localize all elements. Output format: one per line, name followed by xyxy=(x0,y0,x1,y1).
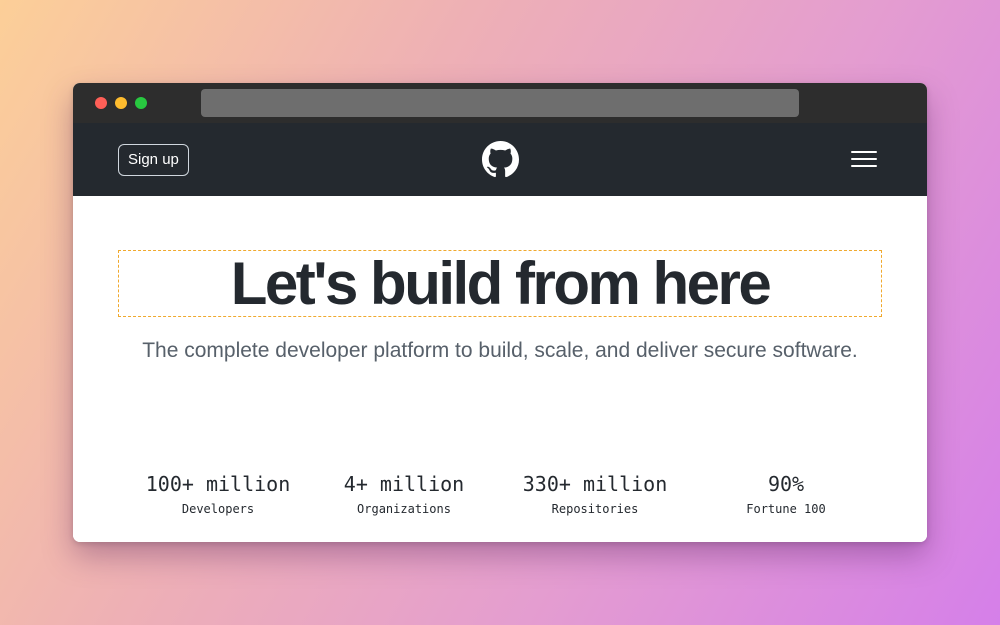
sign-up-button[interactable]: Sign up xyxy=(118,144,189,176)
stat-value: 330+ million xyxy=(522,472,668,496)
minimize-window-button[interactable] xyxy=(115,97,127,109)
headline-highlight: Let's build from here xyxy=(118,250,882,317)
stats-row: 100+ million Developers 4+ million Organ… xyxy=(118,470,882,530)
menu-line xyxy=(851,165,877,167)
hero-subtitle: The complete developer platform to build… xyxy=(142,339,858,362)
stat-label: Fortune 100 xyxy=(746,502,826,516)
stat-repositories: 330+ million Repositories xyxy=(495,470,695,519)
close-window-button[interactable] xyxy=(95,97,107,109)
address-bar[interactable] xyxy=(201,89,799,117)
stat-value: 90% xyxy=(767,472,805,496)
browser-window: Sign up Let's build from here The comple… xyxy=(73,83,927,542)
stat-value: 4+ million xyxy=(343,472,465,496)
stat-label: Developers xyxy=(181,502,255,516)
hamburger-menu-icon[interactable] xyxy=(851,150,879,170)
menu-line xyxy=(851,158,877,160)
stat-developers: 100+ million Developers xyxy=(118,470,318,519)
stat-value: 100+ million xyxy=(145,472,291,496)
stat-organizations: 4+ million Organizations xyxy=(304,470,504,519)
site-header: Sign up xyxy=(73,123,927,196)
stat-label: Repositories xyxy=(551,502,639,516)
stat-label: Organizations xyxy=(357,502,451,516)
maximize-window-button[interactable] xyxy=(135,97,147,109)
menu-line xyxy=(851,151,877,153)
browser-titlebar xyxy=(73,83,927,123)
hero-section: Let's build from here The complete devel… xyxy=(73,196,927,542)
hero-headline: Let's build from here xyxy=(230,249,772,317)
stat-fortune: 90% Fortune 100 xyxy=(686,470,886,519)
github-logo-icon[interactable] xyxy=(482,141,519,178)
